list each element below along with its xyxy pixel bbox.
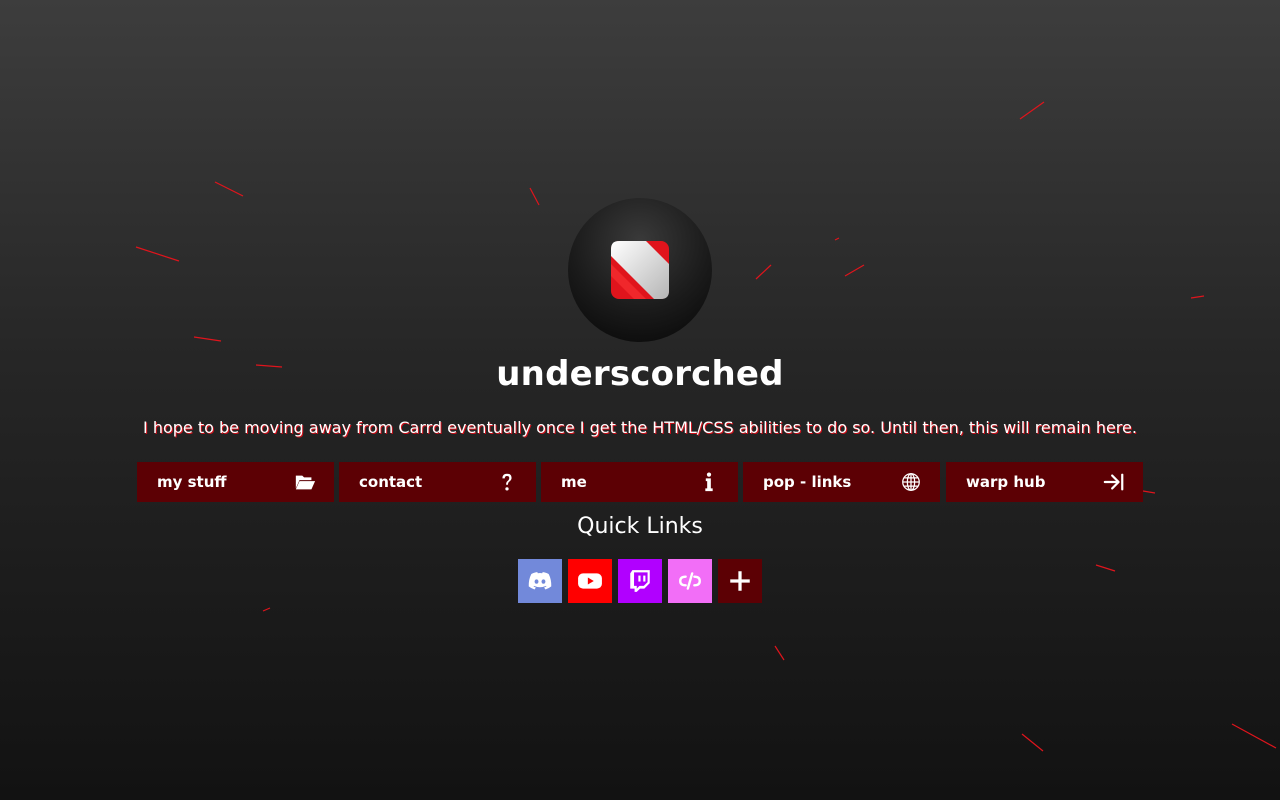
nav-label: my stuff [157,473,227,491]
nav-label: pop - links [763,473,852,491]
question-icon [496,471,518,493]
nav-label: me [561,473,587,491]
info-icon [698,471,720,493]
nav-my-stuff-button[interactable]: my stuff [137,462,334,502]
background-streaks [135,101,1277,752]
profile-tagline: I hope to be moving away from Carrd even… [143,418,1137,437]
discord-icon [528,572,552,590]
twitch-link-button[interactable] [618,559,662,603]
nav-label: warp hub [966,473,1046,491]
youtube-icon [578,573,602,589]
plus-icon [730,571,750,591]
profile-name: underscorched [496,354,784,394]
picarto-icon [679,572,701,590]
picarto-link-button[interactable] [668,559,712,603]
twitch-icon [630,570,650,592]
globe-icon [900,471,922,493]
arrow-to-right-icon [1103,471,1125,493]
avatar [568,198,712,342]
nav-label: contact [359,473,423,491]
folder-open-icon [294,471,316,493]
nav-contact-button[interactable]: contact [339,462,536,502]
logo-icon [611,241,669,299]
discord-link-button[interactable] [518,559,562,603]
youtube-link-button[interactable] [568,559,612,603]
nav-me-button[interactable]: me [541,462,738,502]
quick-links-title: Quick Links [577,514,703,539]
quick-links [518,559,762,603]
nav-bar: my stuff contact me pop - links warp hub [137,462,1143,502]
more-links-button[interactable] [718,559,762,603]
nav-pop-links-button[interactable]: pop - links [743,462,940,502]
nav-warp-hub-button[interactable]: warp hub [946,462,1143,502]
